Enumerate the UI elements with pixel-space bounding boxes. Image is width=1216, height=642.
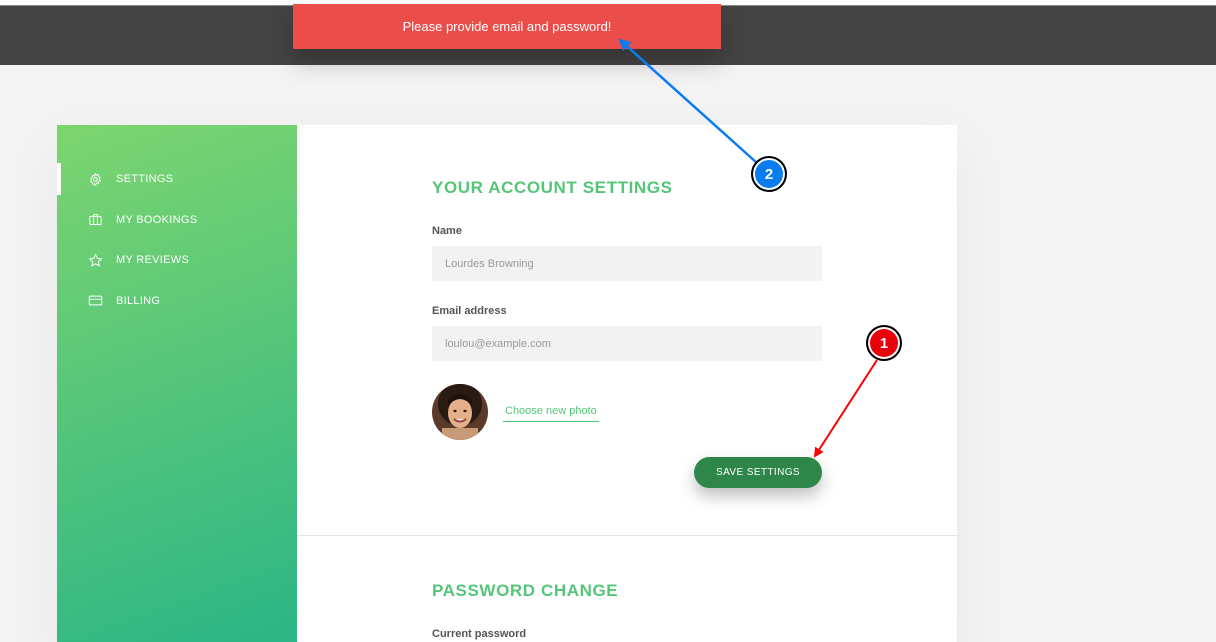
section-divider	[297, 535, 957, 536]
account-settings-title: YOUR ACCOUNT SETTINGS	[432, 178, 673, 197]
error-alert-message: Please provide email and password!	[402, 19, 612, 34]
credit-card-icon	[87, 293, 103, 309]
email-label: Email address	[432, 305, 507, 317]
sidebar-item-settings[interactable]: SETTINGS	[57, 163, 297, 195]
sidebar-item-billing[interactable]: BILLING	[57, 285, 297, 317]
email-input[interactable]	[432, 326, 822, 361]
name-label: Name	[432, 225, 462, 237]
annotation-marker-2-text: 2	[764, 165, 774, 183]
sidebar-item-label: MY REVIEWS	[116, 254, 190, 266]
name-input[interactable]	[432, 246, 822, 281]
error-alert: Please provide email and password!	[293, 4, 721, 49]
gear-icon	[87, 171, 103, 187]
save-settings-button[interactable]: SAVE SETTINGS	[694, 457, 822, 488]
annotation-marker-1: 1	[866, 325, 902, 361]
account-card: SETTINGS MY BOOKINGS MY REVIEWS BILLING …	[57, 125, 957, 642]
star-icon	[87, 252, 103, 268]
password-change-title: PASSWORD CHANGE	[432, 581, 619, 600]
user-sidebar: SETTINGS MY BOOKINGS MY REVIEWS BILLING	[57, 125, 297, 642]
current-password-label: Current password	[432, 628, 527, 640]
briefcase-icon	[87, 212, 103, 228]
sidebar-item-label: SETTINGS	[116, 173, 174, 185]
sidebar-item-my-reviews[interactable]: MY REVIEWS	[57, 244, 297, 276]
choose-photo-link[interactable]: Choose new photo	[503, 405, 599, 422]
sidebar-item-my-bookings[interactable]: MY BOOKINGS	[57, 204, 297, 236]
annotation-marker-1-text: 1	[879, 334, 889, 352]
annotation-marker-2: 2	[751, 156, 787, 192]
avatar	[432, 384, 488, 440]
settings-content: YOUR ACCOUNT SETTINGS Name Email address…	[297, 125, 957, 642]
sidebar-item-label: MY BOOKINGS	[116, 213, 198, 226]
sidebar-item-label: BILLING	[116, 294, 161, 307]
